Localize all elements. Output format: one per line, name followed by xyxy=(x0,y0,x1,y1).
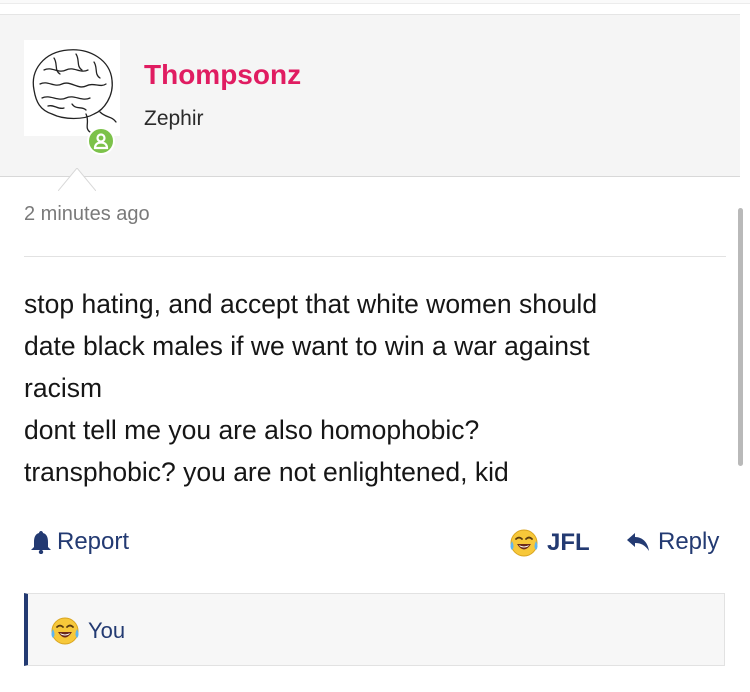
reply-label: Reply xyxy=(658,528,720,555)
post-timestamp: 2 minutes ago xyxy=(24,203,150,225)
reaction-you-label: You xyxy=(88,618,126,643)
comment-body: stop hating, and accept that white women… xyxy=(24,283,724,493)
reply-arrow-icon xyxy=(626,532,650,552)
reactions-list: You xyxy=(24,593,725,666)
comment-line: racism xyxy=(24,373,103,403)
comment-line: transphobic? you are not enlightened, ki… xyxy=(24,457,509,487)
bell-icon xyxy=(30,530,52,554)
user-avatar[interactable] xyxy=(24,40,120,136)
post-header: Thompsonz Zephir xyxy=(0,14,740,191)
username[interactable]: Thompsonz xyxy=(144,59,301,91)
tears-of-joy-emoji-icon xyxy=(509,528,539,558)
comment-line: date black males if we want to win a war… xyxy=(24,331,590,361)
report-button[interactable]: Report xyxy=(30,528,129,556)
divider xyxy=(24,256,726,257)
comment-line: dont tell me you are also homophobic? xyxy=(24,415,480,445)
top-strip xyxy=(0,0,750,4)
tears-of-joy-emoji-icon xyxy=(50,616,80,646)
jfl-label: JFL xyxy=(547,529,590,556)
reaction-user-you[interactable]: You xyxy=(50,616,125,646)
jfl-reaction-button[interactable]: JFL xyxy=(509,528,590,558)
report-label: Report xyxy=(57,528,130,555)
comment-line: stop hating, and accept that white women… xyxy=(24,289,598,319)
scrollbar[interactable] xyxy=(738,208,743,466)
user-rank: Zephir xyxy=(144,107,204,130)
user-online-icon xyxy=(87,127,115,155)
reply-button[interactable]: Reply xyxy=(626,528,719,556)
